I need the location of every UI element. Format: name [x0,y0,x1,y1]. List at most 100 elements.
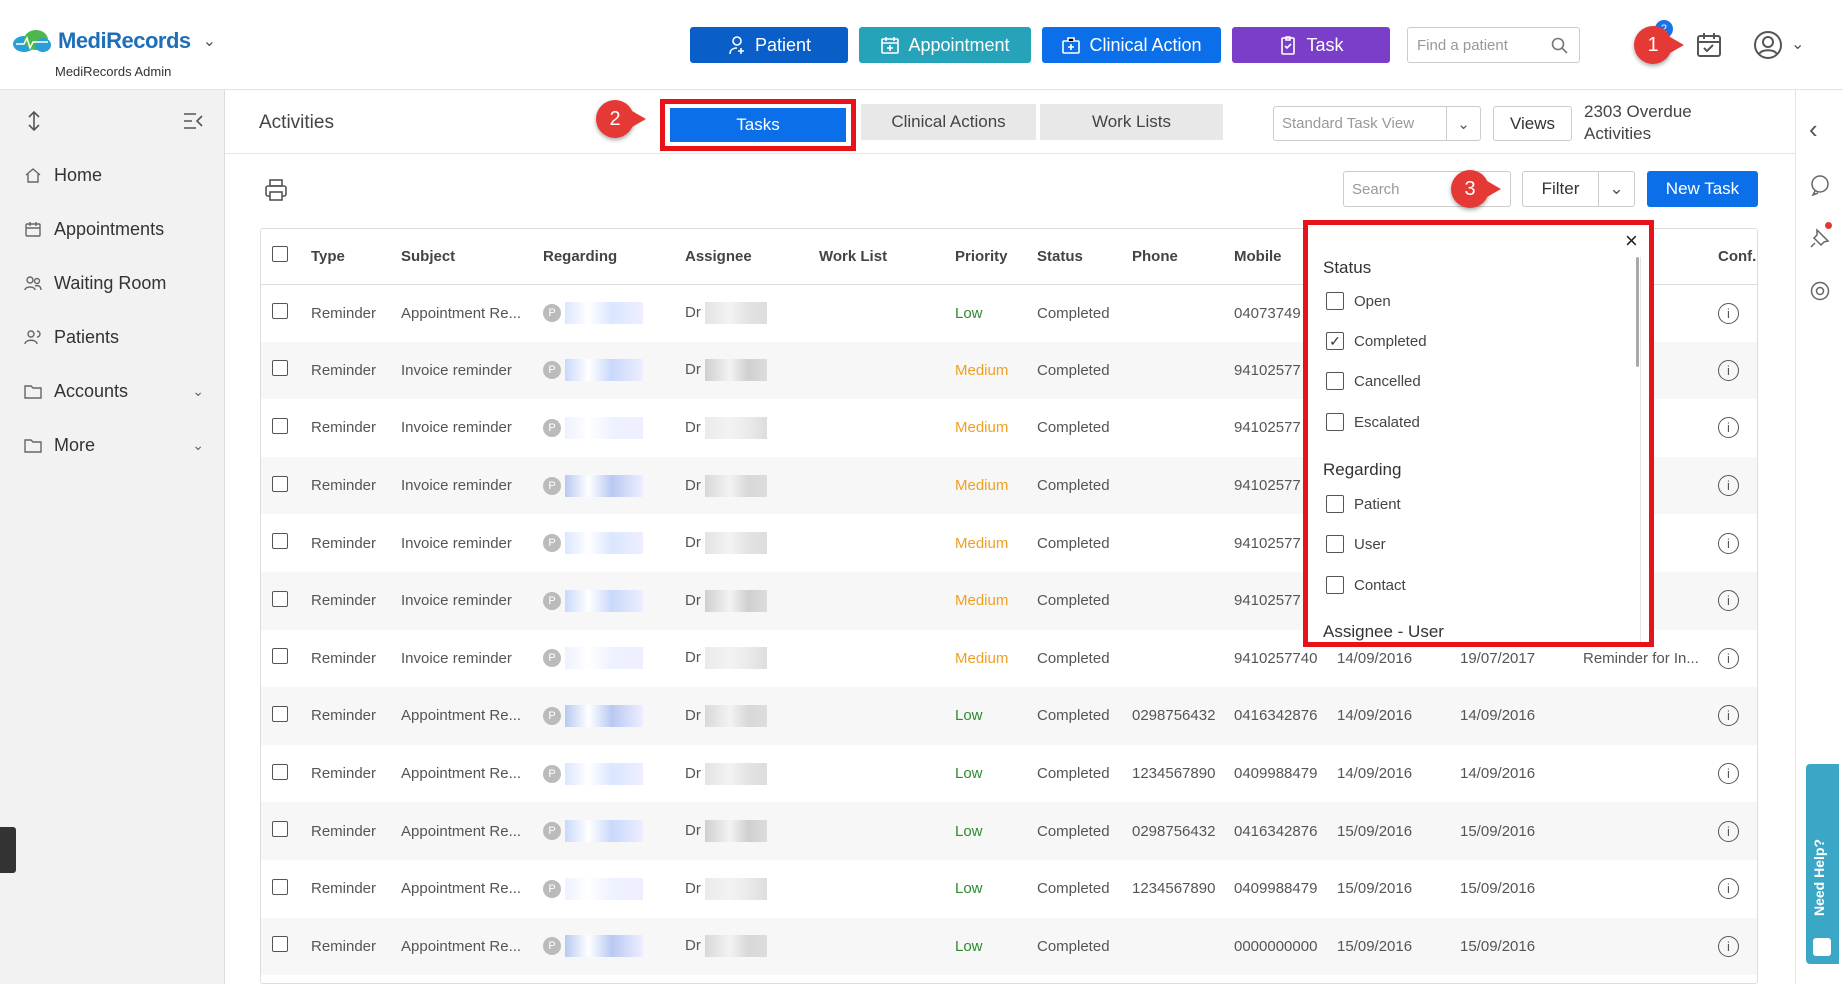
cell-regarding[interactable]: P [537,917,679,976]
cell-regarding[interactable]: P [537,630,679,688]
cell-regarding[interactable]: P [537,284,679,342]
info-icon[interactable]: i [1718,705,1739,727]
tab-clinical-actions[interactable]: Clinical Actions [861,104,1036,140]
row-checkbox[interactable] [272,878,288,895]
new-task-button[interactable]: New Task [1647,171,1758,207]
col-priority[interactable]: Priority [949,229,1031,285]
info-icon[interactable]: i [1718,647,1739,669]
cell-subject[interactable]: Appointment Re... [395,917,537,976]
tab-work-lists[interactable]: Work Lists [1040,104,1223,140]
info-icon[interactable]: i [1718,532,1739,554]
checkbox[interactable] [1326,576,1344,594]
user-avatar-icon[interactable] [1753,30,1783,60]
tab-tasks-highlight[interactable]: Tasks [660,99,856,151]
col-status[interactable]: Status [1031,229,1126,285]
row-checkbox[interactable] [272,360,288,377]
cell-assignee[interactable]: Dr [679,917,813,976]
checkbox[interactable] [1326,372,1344,390]
search-icon[interactable] [1551,37,1569,55]
info-icon[interactable]: i [1718,359,1739,381]
sidebar-item-patients[interactable]: Patients [24,322,204,352]
row-checkbox[interactable] [272,590,288,607]
info-icon[interactable]: i [1718,302,1739,324]
row-checkbox[interactable] [272,417,288,434]
filter-option-completed[interactable]: ✓ Completed [1326,332,1427,350]
task-button[interactable]: Task [1232,27,1390,63]
table-row[interactable]: Reminder Appointment Re... P Dr Low Comp… [261,917,1757,976]
table-row[interactable]: Reminder Appointment Re... P Dr Low Comp… [261,687,1757,745]
checkbox[interactable] [1326,413,1344,431]
select-all-checkbox[interactable] [272,246,288,263]
info-icon[interactable]: i [1718,475,1739,497]
col-phone[interactable]: Phone [1126,229,1228,285]
appointment-button[interactable]: Appointment [859,27,1031,63]
col-regarding[interactable]: Regarding [537,229,679,285]
cell-subject[interactable]: Appointment Re... [395,687,537,745]
collapse-sidebar-icon[interactable] [182,112,204,130]
checkbox[interactable] [1326,495,1344,513]
need-help-button[interactable]: Need Help? [1806,764,1839,964]
sidebar-item-appointments[interactable]: Appointments [24,214,204,244]
row-checkbox[interactable] [272,705,288,722]
col-assignee[interactable]: Assignee [679,229,813,285]
row-checkbox[interactable] [272,763,288,780]
close-icon[interactable]: × [1625,228,1638,254]
filter-option-user[interactable]: User [1326,535,1386,553]
row-checkbox[interactable] [272,821,288,838]
sidebar-item-home[interactable]: Home [24,160,204,190]
cell-subject[interactable]: Appointment Re... [395,745,537,803]
cell-regarding[interactable]: P [537,745,679,803]
col-subject[interactable]: Subject [395,229,537,285]
cell-regarding[interactable]: P [537,399,679,457]
scrollbar-thumb[interactable] [1636,257,1639,367]
cell-regarding[interactable]: P [537,687,679,745]
row-checkbox[interactable] [272,533,288,550]
checkbox[interactable] [1326,292,1344,310]
task-view-select[interactable]: Standard Task View ⌄ [1273,106,1481,141]
col-conf[interactable]: Conf. [1712,229,1757,285]
chevron-down-icon[interactable]: ⌄ [1446,107,1480,140]
cell-assignee[interactable]: Dr [679,456,813,515]
row-checkbox[interactable] [272,303,288,320]
cell-assignee[interactable]: Dr [679,341,813,400]
cell-regarding[interactable]: P [537,802,679,860]
info-icon[interactable]: i [1718,763,1739,785]
clinical-action-button[interactable]: Clinical Action [1042,27,1221,63]
table-row[interactable]: Reminder Appointment Re... P Dr Low Comp… [261,860,1757,918]
cell-assignee[interactable]: Dr [679,571,813,630]
cell-subject[interactable]: Invoice reminder [395,341,537,400]
sidebar-item-waiting-room[interactable]: Waiting Room [24,268,204,298]
cell-assignee[interactable]: Dr [679,630,813,688]
filter-option-patient[interactable]: Patient [1326,495,1401,513]
chevron-down-icon[interactable]: ⌄ [1791,34,1804,54]
row-checkbox[interactable] [272,936,288,953]
col-work-list[interactable]: Work List [813,229,949,285]
filter-option-contact[interactable]: Contact [1326,576,1406,594]
cell-subject[interactable]: Appointment Re... [395,860,537,918]
chevron-down-icon[interactable]: ⌄ [203,31,216,51]
floating-widget-tab[interactable] [0,827,16,873]
print-icon[interactable] [264,178,288,202]
at-mention-icon[interactable] [1809,280,1831,302]
cell-assignee[interactable]: Dr [679,745,813,803]
cell-assignee[interactable]: Dr [679,687,813,745]
find-patient-input[interactable]: Find a patient [1407,27,1580,63]
cell-subject[interactable]: Invoice reminder [395,514,537,572]
filter-button[interactable]: Filter ⌄ [1522,171,1635,207]
info-icon[interactable]: i [1718,878,1739,900]
cell-regarding[interactable]: P [537,571,679,630]
row-checkbox[interactable] [272,475,288,492]
cell-subject[interactable]: Invoice reminder [395,456,537,515]
filter-option-cancelled[interactable]: Cancelled [1326,372,1421,390]
app-logo[interactable]: MediRecords ⌄ [12,28,216,54]
chevron-down-icon[interactable]: ⌄ [1598,172,1634,206]
cell-assignee[interactable]: Dr [679,514,813,572]
filter-option-open[interactable]: Open [1326,292,1391,310]
views-button[interactable]: Views [1493,106,1572,141]
tab-tasks[interactable]: Tasks [670,108,846,142]
cell-regarding[interactable]: P [537,860,679,918]
patient-button[interactable]: Patient [690,27,848,63]
table-row[interactable]: Reminder Appointment Re... P Dr Low Comp… [261,802,1757,860]
cell-assignee[interactable]: Dr [679,802,813,860]
cell-subject[interactable]: Invoice reminder [395,630,537,688]
